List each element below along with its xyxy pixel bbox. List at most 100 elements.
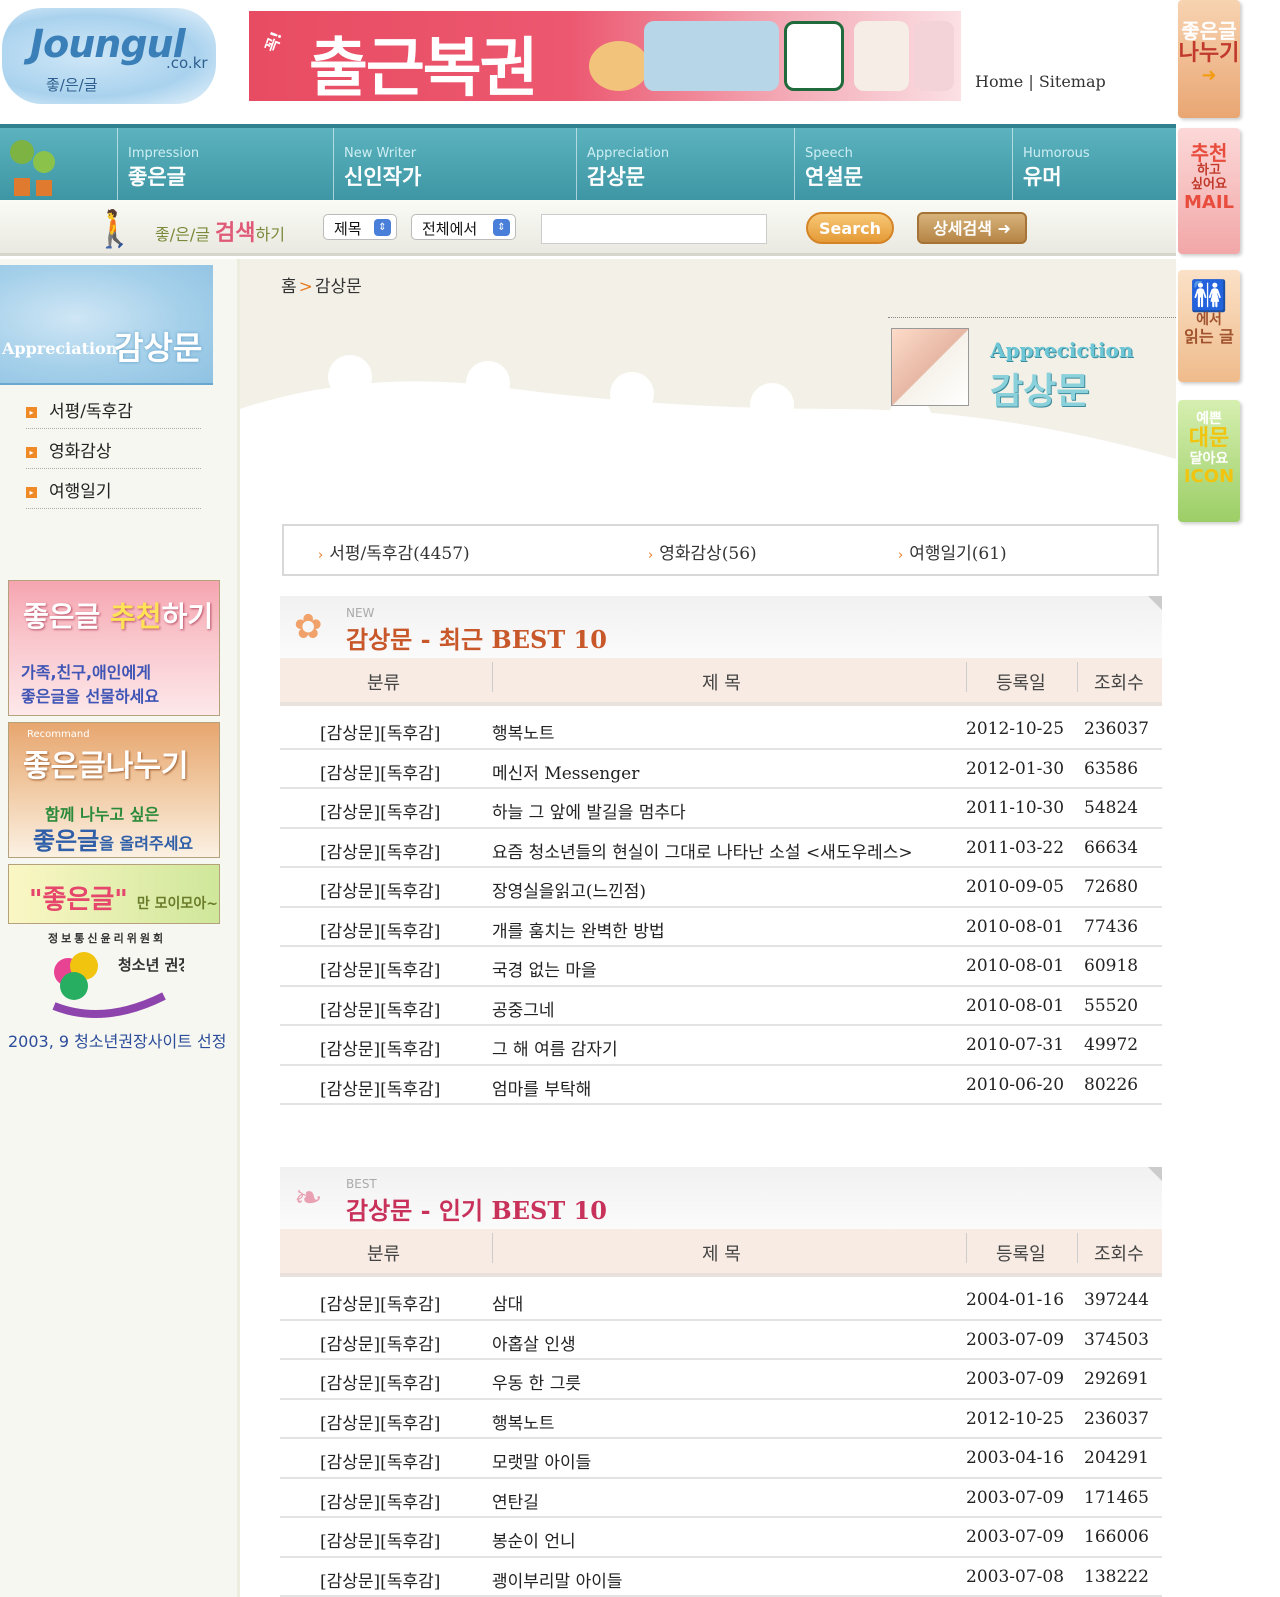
sidebar-item-travel-diary[interactable]: ▸ 여행일기 — [26, 469, 201, 509]
gnb-item-en: Appreciation — [587, 146, 670, 161]
row-title-link[interactable]: 행복노트 — [492, 719, 555, 744]
table-row[interactable]: [감상문][독후감] 아홉살 인생 2003-07-09 374503 — [280, 1321, 1162, 1360]
row-title-link[interactable]: 엄마를 부탁해 — [492, 1075, 591, 1100]
column-divider — [492, 1233, 493, 1263]
table-row[interactable]: [감상문][독후감] 모랫말 아이들 2003-04-16 204291 — [280, 1439, 1162, 1479]
category-link-movie-review[interactable]: › 영화감상(56) — [648, 539, 757, 564]
row-category: [감상문][독후감] — [320, 1295, 441, 1315]
mail-tab-line4: MAIL — [1183, 191, 1234, 213]
toilet-reading-tab[interactable]: 🚻 에서 읽는 글 — [1178, 270, 1240, 382]
table-row[interactable]: [감상문][독후감] 그 해 여름 감자기 2010-07-31 49972 — [280, 1026, 1162, 1066]
lottery-banner[interactable]: 꼭! 출근복권 — [249, 11, 961, 101]
table-row[interactable]: [감상문][독후감] 괭이부리말 아이들 2003-07-08 138222 — [280, 1558, 1162, 1597]
table-body: [감상문][독후감] 삼대 2004-01-16 397244 [감상문][독후감] 아홉… — [280, 1281, 1162, 1597]
icon-tab-line4: ICON — [1183, 465, 1235, 487]
table-row[interactable]: [감상문][독후감] 삼대 2004-01-16 397244 — [280, 1281, 1162, 1321]
popular-best-board: ❧ BEST 감상문 - 인기 BEST 10 분류 제 목 등록일 조회수 [… — [280, 1167, 1162, 1597]
sidebar-item-book-review[interactable]: ▸ 서평/독후감 — [26, 389, 201, 429]
table-row[interactable]: [감상문][독후감] 행복노트 2012-10-25 236037 — [280, 1400, 1162, 1439]
recommend-mail-tab[interactable]: 추천 하고 싶어요 MAIL — [1178, 128, 1240, 254]
table-row[interactable]: [감상문][독후감] 엄마를 부탁해 2010-06-20 80226 — [280, 1066, 1162, 1105]
gnb-item-speech[interactable]: Speech 연설문 — [794, 128, 863, 204]
search-field-select[interactable]: 제목 ⇕ — [323, 214, 397, 240]
category-label: 여행일기(61) — [909, 544, 1007, 564]
row-views: 397244 — [1084, 1290, 1149, 1310]
search-label-tail: 하기 — [255, 225, 285, 244]
row-title-link[interactable]: 연탄길 — [492, 1488, 539, 1513]
row-title-link[interactable]: 삼대 — [492, 1290, 523, 1315]
breadcrumb-home[interactable]: 홈 — [281, 277, 297, 297]
category-link-travel-diary[interactable]: › 여행일기(61) — [898, 539, 1007, 564]
category-link-book-review[interactable]: › 서평/독후감(4457) — [318, 539, 470, 564]
table-row[interactable]: [감상문][독후감] 봉순이 언니 2003-07-09 166006 — [280, 1518, 1162, 1558]
share-tab-line2: 나누기 — [1178, 41, 1240, 66]
banner-product-icecream-icon — [914, 21, 954, 91]
gnb-item-impression[interactable]: Impression 좋은글 — [117, 128, 199, 204]
gnb-item-humorous[interactable]: Humorous 유머 — [1012, 128, 1090, 204]
row-title-link[interactable]: 행복노트 — [492, 1409, 555, 1434]
home-link[interactable]: Home — [975, 72, 1023, 91]
share-banner-tag: Recommand — [27, 729, 90, 740]
arrow-bullet-icon: ▸ — [26, 407, 37, 418]
row-title-link[interactable]: 요즘 청소년들의 현실이 그대로 나타난 소설 <새도우레스> — [492, 838, 913, 863]
board-title: 감상문 - 인기 BEST 10 — [346, 1196, 607, 1225]
row-title-link[interactable]: 봉순이 언니 — [492, 1527, 576, 1552]
banner-badge: 꼭! — [261, 28, 286, 55]
row-title-link[interactable]: 하늘 그 앞에 발길을 멈추다 — [492, 798, 686, 823]
row-title-link[interactable]: 우동 한 그릇 — [492, 1369, 581, 1394]
table-row[interactable]: [감상문][독후감] 개를 훔치는 완벽한 방법 2010-08-01 77436 — [280, 908, 1162, 947]
row-category: [감상문][독후감] — [320, 1334, 441, 1355]
collection-h: "좋은글" — [29, 885, 128, 915]
row-title-link[interactable]: 개를 훔치는 완벽한 방법 — [492, 917, 665, 942]
sidebar-item-label: 여행일기 — [49, 482, 112, 502]
icon-tab-line1: 예쁜 — [1196, 411, 1222, 427]
detail-search-button[interactable]: 상세검색 ➜ — [917, 212, 1027, 244]
site-logo[interactable]: Joungul .co.kr 좋/은/글 — [2, 8, 216, 104]
chevron-right-icon: › — [648, 548, 654, 563]
column-header-views: 조회수 — [1094, 1244, 1144, 1265]
search-scope-select[interactable]: 전체에서 ⇕ — [411, 214, 516, 240]
search-scope-value: 전체에서 — [422, 220, 478, 238]
table-row[interactable]: [감상문][독후감] 국경 없는 마을 2010-08-01 60918 — [280, 947, 1162, 987]
sidebar-item-movie-review[interactable]: ▸ 영화감상 — [26, 429, 201, 469]
breadcrumb: 홈 > 감상문 — [281, 272, 362, 297]
share-good-writing-tab[interactable]: 좋은글 나누기 ➜ — [1178, 0, 1240, 118]
table-row[interactable]: [감상문][독후감] 하늘 그 앞에 발길을 멈추다 2011-10-30 54824 — [280, 789, 1162, 829]
gnb-item-appreciation[interactable]: Appreciation 감상문 — [576, 128, 669, 204]
search-field-value: 제목 — [334, 220, 362, 238]
row-title-link[interactable]: 아홉살 인생 — [492, 1330, 576, 1355]
sitemap-link[interactable]: Sitemap — [1039, 72, 1106, 91]
search-label-big: 검색 — [215, 221, 256, 246]
column-header-date: 등록일 — [996, 1244, 1046, 1265]
table-row[interactable]: [감상문][독후감] 연탄길 2003-07-09 171465 — [280, 1479, 1162, 1518]
search-input[interactable] — [541, 214, 767, 244]
table-row[interactable]: [감상문][독후감] 요즘 청소년들의 현실이 그대로 나타난 소설 <새도우레스… — [280, 829, 1162, 868]
gnb-item-new-writer[interactable]: New Writer 신인작가 — [333, 128, 421, 204]
row-date: 2012-01-30 — [966, 758, 1065, 779]
table-row[interactable]: [감상문][독후감] 공중그네 2010-08-01 55520 — [280, 987, 1162, 1026]
table-row[interactable]: [감상문][독후감] 메신저 Messenger 2012-01-30 63586 — [280, 750, 1162, 789]
share-banner-line2-tail: 을 올려주세요 — [99, 834, 194, 853]
row-title-link[interactable]: 공중그네 — [492, 996, 555, 1021]
table-header: 분류 제 목 등록일 조회수 — [280, 658, 1162, 706]
recommend-banner[interactable]: 좋은글 추천하기 가족,친구,애인에게 좋은글을 선물하세요 — [8, 580, 220, 716]
youth-site-mark-text: 청소년 권장사이트 — [118, 956, 184, 974]
section-title-en: Appreciation — [2, 339, 118, 358]
table-row[interactable]: [감상문][독후감] 행복노트 2012-10-25 236037 — [280, 710, 1162, 750]
row-title-link[interactable]: 모랫말 아이들 — [492, 1448, 591, 1473]
board-header: ✿ NEW 감상문 - 최근 BEST 10 — [280, 596, 1162, 658]
row-title-link[interactable]: 국경 없는 마을 — [492, 956, 597, 981]
row-category: [감상문][독후감] — [320, 1079, 441, 1100]
row-title-link[interactable]: 괭이부리말 아이들 — [492, 1567, 623, 1592]
row-category: [감상문][독후감] — [320, 1453, 441, 1473]
share-banner[interactable]: Recommand 좋은글나누기 함께 나누고 싶은 좋은글을 올려주세요 — [8, 722, 220, 858]
flower-icon: ✿ — [294, 607, 323, 647]
search-button[interactable]: Search — [806, 212, 894, 244]
icon-banner-tab[interactable]: 예쁜 대문 달아요 ICON — [1178, 400, 1240, 522]
collection-banner[interactable]: "좋은글" 만 모이모아~ — [8, 864, 220, 924]
table-row[interactable]: [감상문][독후감] 우동 한 그릇 2003-07-09 292691 — [280, 1360, 1162, 1400]
table-row[interactable]: [감상문][독후감] 장영실을읽고(느낀점) 2010-09-05 72680 — [280, 868, 1162, 908]
row-title-link[interactable]: 그 해 여름 감자기 — [492, 1035, 618, 1060]
row-title-link[interactable]: 장영실을읽고(느낀점) — [492, 877, 646, 902]
row-title-link[interactable]: 메신저 Messenger — [492, 759, 639, 784]
